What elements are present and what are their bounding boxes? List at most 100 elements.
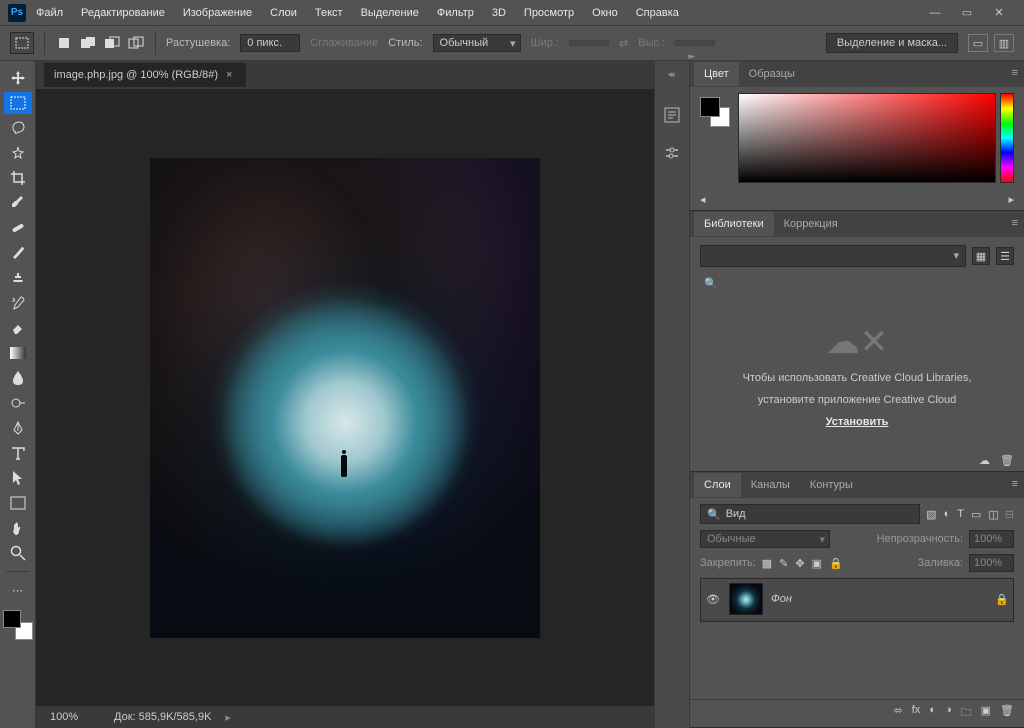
- history-brush-tool[interactable]: [4, 292, 32, 314]
- color-slider-arrow-right[interactable]: ▸: [1008, 193, 1014, 206]
- zoom-tool[interactable]: [4, 542, 32, 564]
- tab-color[interactable]: Цвет: [694, 62, 739, 86]
- foreground-color-swatch[interactable]: [3, 610, 21, 628]
- tab-swatches[interactable]: Образцы: [739, 62, 805, 86]
- filter-toggle[interactable]: ⊟: [1005, 508, 1014, 521]
- zoom-level[interactable]: 100%: [50, 711, 100, 723]
- filter-smart-icon[interactable]: ◫: [988, 508, 998, 521]
- eyedropper-tool[interactable]: [4, 192, 32, 214]
- libraries-panel-menu-icon[interactable]: ≡: [1012, 217, 1018, 229]
- feather-input[interactable]: 0 пикс.: [240, 34, 300, 52]
- blend-mode-select[interactable]: Обычные: [700, 530, 830, 548]
- rectangle-tool[interactable]: [4, 492, 32, 514]
- menu-image[interactable]: Изображение: [175, 3, 260, 23]
- menu-text[interactable]: Текст: [307, 3, 351, 23]
- select-and-mask-button[interactable]: Выделение и маска...: [826, 33, 958, 53]
- library-search[interactable]: 🔍: [700, 275, 1014, 292]
- maximize-button[interactable]: ▭: [960, 6, 974, 20]
- menu-layers[interactable]: Слои: [262, 3, 305, 23]
- lock-all-icon[interactable]: 🔒: [829, 557, 843, 570]
- menu-3d[interactable]: 3D: [484, 3, 514, 23]
- lock-transparency-icon[interactable]: ▩: [762, 557, 772, 570]
- layer-group-icon[interactable]: 🗀: [961, 704, 972, 723]
- hand-tool[interactable]: [4, 517, 32, 539]
- tab-layers[interactable]: Слои: [694, 473, 741, 497]
- menu-file[interactable]: Файл: [28, 3, 71, 23]
- blur-tool[interactable]: [4, 367, 32, 389]
- layer-visibility-icon[interactable]: 👁: [705, 593, 721, 606]
- menu-edit[interactable]: Редактирование: [73, 3, 173, 23]
- color-field[interactable]: [738, 93, 996, 183]
- clone-stamp-tool[interactable]: [4, 267, 32, 289]
- lock-position-icon[interactable]: ✥: [795, 557, 804, 570]
- selection-subtract-icon[interactable]: [103, 34, 121, 52]
- color-swatches[interactable]: [3, 610, 33, 640]
- layer-filter[interactable]: 🔍Вид: [700, 504, 920, 524]
- color-fg-bg[interactable]: [700, 97, 730, 127]
- tab-close-icon[interactable]: ×: [226, 69, 236, 81]
- workspace-layout-icon[interactable]: ▭: [968, 34, 988, 52]
- fg-color-mini[interactable]: [700, 97, 720, 117]
- lasso-tool[interactable]: [4, 117, 32, 139]
- layer-fx-icon[interactable]: fx: [912, 704, 921, 723]
- new-layer-icon[interactable]: ▣: [981, 704, 991, 723]
- filter-type-icon[interactable]: T: [957, 508, 964, 521]
- properties-panel-icon[interactable]: [661, 142, 683, 164]
- status-menu-arrow-icon[interactable]: ▸: [225, 711, 231, 724]
- selection-add-icon[interactable]: [79, 34, 97, 52]
- menu-filter[interactable]: Фильтр: [429, 3, 482, 23]
- canvas[interactable]: [150, 158, 540, 638]
- library-list-view-icon[interactable]: ☰: [996, 247, 1014, 265]
- healing-brush-tool[interactable]: [4, 217, 32, 239]
- filter-pixel-icon[interactable]: ▧: [926, 508, 936, 521]
- layer-mask-icon[interactable]: ◐: [929, 704, 936, 723]
- link-layers-icon[interactable]: ⬄: [894, 704, 903, 723]
- library-select[interactable]: [700, 245, 966, 267]
- library-grid-view-icon[interactable]: ▦: [972, 247, 990, 265]
- menu-window[interactable]: Окно: [584, 3, 626, 23]
- lock-image-icon[interactable]: ✎: [779, 557, 788, 570]
- pen-tool[interactable]: [4, 417, 32, 439]
- lock-artboard-icon[interactable]: ▣: [812, 557, 822, 570]
- close-button[interactable]: ✕: [992, 6, 1006, 20]
- opacity-input[interactable]: 100%: [969, 530, 1014, 548]
- tab-adjustments[interactable]: Коррекция: [774, 212, 848, 236]
- layer-locked-icon[interactable]: 🔒: [995, 593, 1009, 606]
- menu-view[interactable]: Просмотр: [516, 3, 582, 23]
- move-tool[interactable]: [4, 67, 32, 89]
- history-panel-icon[interactable]: [661, 104, 683, 126]
- expand-dock-icon[interactable]: ◂◂: [667, 69, 672, 80]
- minimize-button[interactable]: —: [928, 6, 942, 20]
- install-link[interactable]: Установить: [826, 416, 889, 428]
- style-select[interactable]: Обычный: [433, 34, 521, 52]
- eraser-tool[interactable]: [4, 317, 32, 339]
- crop-tool[interactable]: [4, 167, 32, 189]
- color-panel-menu-icon[interactable]: ≡: [1012, 67, 1018, 79]
- edit-toolbar[interactable]: ⋯: [4, 579, 32, 601]
- tab-paths[interactable]: Контуры: [800, 473, 863, 497]
- delete-layer-icon[interactable]: 🗑: [1000, 704, 1014, 723]
- dodge-tool[interactable]: [4, 392, 32, 414]
- gradient-tool[interactable]: [4, 342, 32, 364]
- current-tool-indicator[interactable]: [10, 32, 34, 54]
- adjustment-layer-icon[interactable]: ◑: [945, 704, 952, 723]
- menu-select[interactable]: Выделение: [353, 3, 427, 23]
- quick-select-tool[interactable]: [4, 142, 32, 164]
- filter-adjust-icon[interactable]: ◐: [944, 508, 951, 521]
- library-sync-icon[interactable]: ☁: [979, 454, 990, 467]
- workspace-switch-icon[interactable]: ▥: [994, 34, 1014, 52]
- filter-shape-icon[interactable]: ▭: [971, 508, 981, 521]
- selection-intersect-icon[interactable]: [127, 34, 145, 52]
- type-tool[interactable]: [4, 442, 32, 464]
- layer-item[interactable]: 👁 Фон 🔒: [701, 579, 1013, 619]
- library-trash-icon[interactable]: 🗑: [1000, 454, 1014, 467]
- layer-name[interactable]: Фон: [771, 593, 987, 605]
- tab-libraries[interactable]: Библиотеки: [694, 212, 774, 236]
- hue-slider[interactable]: [1000, 93, 1014, 183]
- layer-thumbnail[interactable]: [729, 583, 763, 615]
- tab-channels[interactable]: Каналы: [741, 473, 800, 497]
- selection-new-icon[interactable]: [55, 34, 73, 52]
- brush-tool[interactable]: [4, 242, 32, 264]
- marquee-tool[interactable]: [4, 92, 32, 114]
- layers-panel-menu-icon[interactable]: ≡: [1012, 478, 1018, 490]
